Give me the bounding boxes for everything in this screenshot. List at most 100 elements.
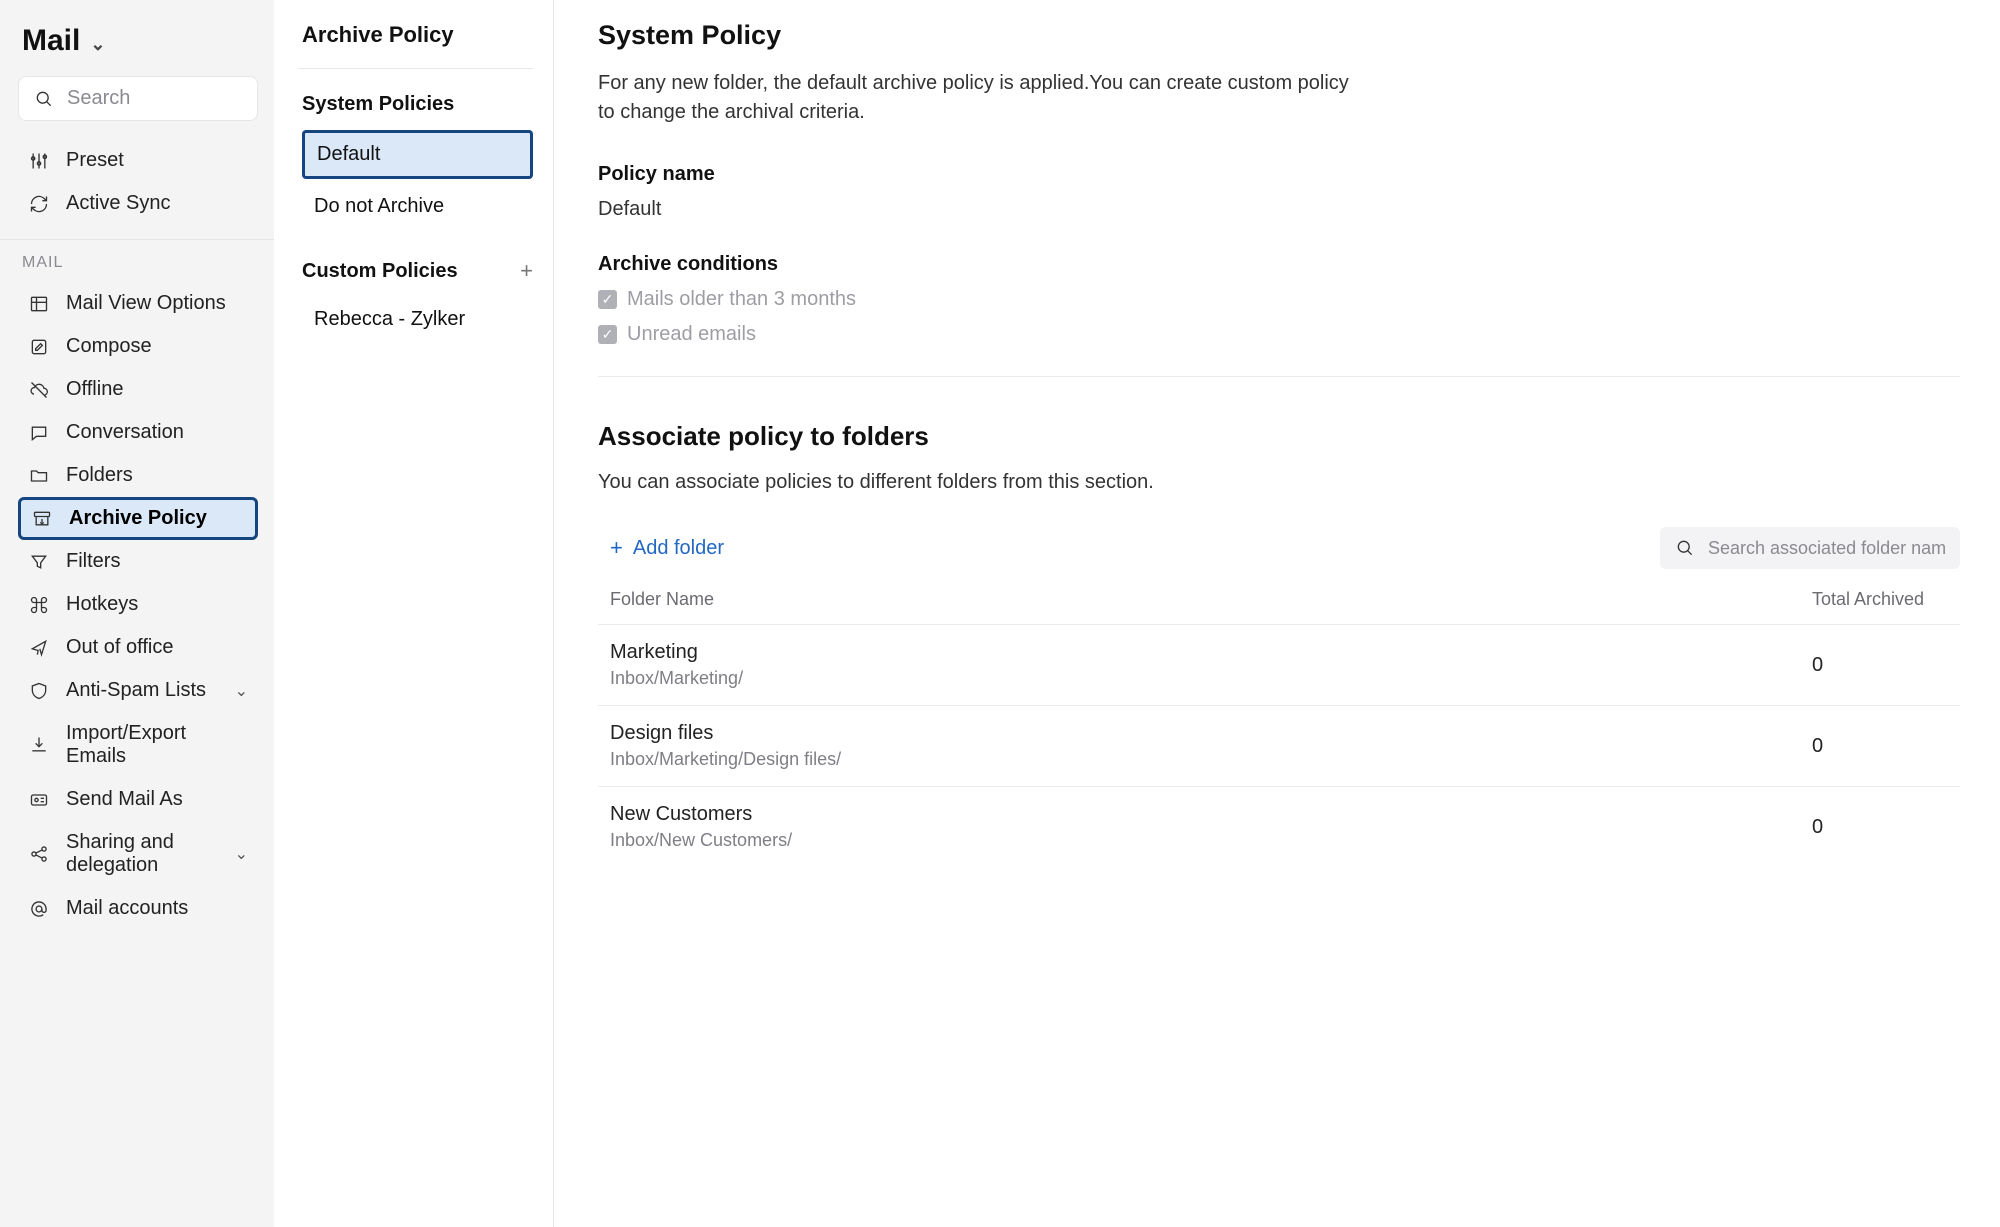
plane-icon	[28, 637, 50, 659]
sidebar-item-label: Import/Export Emails	[66, 722, 248, 768]
identity-icon	[28, 789, 50, 811]
shield-icon	[28, 680, 50, 702]
chat-icon	[28, 422, 50, 444]
archive-icon	[31, 508, 53, 530]
col-total-archived: Total Archived	[1808, 589, 1948, 610]
folder-name: Marketing	[610, 641, 1808, 664]
sidebar-item-label: Hotkeys	[66, 593, 138, 616]
folder-icon	[28, 465, 50, 487]
divider	[598, 376, 1960, 377]
chevron-down-icon: ⌄	[235, 844, 248, 864]
sidebar-item-label: Mail accounts	[66, 897, 188, 920]
folder-cell: New Customers Inbox/New Customers/	[610, 803, 1808, 851]
sidebar-item-label: Preset	[66, 149, 124, 172]
folder-search[interactable]	[1660, 527, 1960, 569]
sidebar-search-input[interactable]	[67, 87, 243, 110]
sidebar-item-label: Active Sync	[66, 192, 170, 215]
sidebar-item-conversation[interactable]: Conversation	[18, 411, 258, 454]
table-header: Folder Name Total Archived	[598, 589, 1960, 625]
folder-name: New Customers	[610, 803, 1808, 826]
edit-icon	[28, 336, 50, 358]
archive-condition: ✓Mails older than 3 months	[598, 288, 1960, 311]
add-folder-label: Add folder	[633, 537, 724, 560]
folders-table: Folder Name Total Archived Marketing Inbo…	[598, 589, 1960, 867]
add-folder-button[interactable]: + Add folder	[610, 535, 724, 561]
system-policies-heading: System Policies	[302, 93, 533, 116]
table-row[interactable]: New Customers Inbox/New Customers/0	[598, 787, 1960, 867]
archived-count: 0	[1808, 735, 1948, 758]
sidebar-item-import-export[interactable]: Import/Export Emails	[18, 712, 258, 778]
sidebar-item-compose[interactable]: Compose	[18, 325, 258, 368]
sidebar-item-sharing[interactable]: Sharing and delegation ⌄	[18, 821, 258, 887]
panel-title: Archive Policy	[302, 22, 533, 48]
sidebar-title-dropdown[interactable]: Mail ⌄	[22, 24, 258, 58]
folder-path: Inbox/Marketing/	[610, 668, 1808, 689]
sidebar-item-send-mail-as[interactable]: Send Mail As	[18, 778, 258, 821]
custom-policies-label: Custom Policies	[302, 260, 458, 283]
sidebar-item-folders[interactable]: Folders	[18, 454, 258, 497]
archive-conditions-label: Archive conditions	[598, 253, 1960, 276]
sidebar-item-hotkeys[interactable]: Hotkeys	[18, 583, 258, 626]
sidebar-item-anti-spam[interactable]: Anti-Spam Lists ⌄	[18, 669, 258, 712]
sidebar-item-label: Mail View Options	[66, 292, 226, 315]
chevron-down-icon: ⌄	[90, 34, 105, 55]
sidebar-item-label: Send Mail As	[66, 788, 183, 811]
cloud-off-icon	[28, 379, 50, 401]
associate-title: Associate policy to folders	[598, 421, 1960, 452]
sidebar-item-label: Filters	[66, 550, 120, 573]
archived-count: 0	[1808, 816, 1948, 839]
divider	[0, 239, 274, 240]
sidebar-item-label: Anti-Spam Lists	[66, 679, 206, 702]
add-custom-policy-button[interactable]: +	[520, 258, 533, 284]
download-icon	[28, 734, 50, 756]
policy-item-default[interactable]: Default	[302, 130, 533, 179]
search-icon	[33, 88, 55, 110]
section-label-mail: MAIL	[22, 254, 254, 272]
sidebar-item-active-sync[interactable]: Active Sync	[18, 182, 258, 225]
command-icon	[28, 594, 50, 616]
sidebar-item-mail-accounts[interactable]: Mail accounts	[18, 887, 258, 930]
table-row[interactable]: Design files Inbox/Marketing/Design files…	[598, 706, 1960, 787]
policy-name-label: Policy name	[598, 163, 1960, 186]
sidebar-item-mail-view-options[interactable]: Mail View Options	[18, 282, 258, 325]
sidebar-item-label: Sharing and delegation	[66, 831, 219, 877]
refresh-icon	[28, 193, 50, 215]
policy-name-value: Default	[598, 198, 1960, 221]
sliders-icon	[28, 150, 50, 172]
archive-condition: ✓ Unread emails	[598, 323, 1960, 346]
sidebar-item-offline[interactable]: Offline	[18, 368, 258, 411]
sidebar-item-preset[interactable]: Preset	[18, 139, 258, 182]
at-icon	[28, 898, 50, 920]
sidebar-title-text: Mail	[22, 24, 80, 58]
archived-count: 0	[1808, 654, 1948, 677]
custom-policies-heading: Custom Policies +	[302, 258, 533, 284]
sidebar-item-label: Compose	[66, 335, 152, 358]
table-row[interactable]: Marketing Inbox/Marketing/0	[598, 625, 1960, 706]
filter-icon	[28, 551, 50, 573]
sidebar-item-archive-policy[interactable]: Archive Policy	[18, 497, 258, 540]
folder-cell: Marketing Inbox/Marketing/	[610, 641, 1808, 689]
sidebar-item-filters[interactable]: Filters	[18, 540, 258, 583]
sidebar-item-label: Offline	[66, 378, 123, 401]
sidebar-item-label: Out of office	[66, 636, 173, 659]
policy-item-rebecca[interactable]: Rebecca - Zylker	[302, 298, 533, 341]
checkbox-checked-icon: ✓	[598, 325, 617, 344]
condition-label: Unread emails	[627, 323, 756, 346]
policy-list-panel: Archive Policy System Policies Default Do…	[274, 0, 554, 1227]
main-content: System Policy For any new folder, the de…	[554, 0, 2000, 1227]
policy-item-do-not-archive[interactable]: Do not Archive	[302, 185, 533, 228]
folder-path: Inbox/New Customers/	[610, 830, 1808, 851]
sidebar-item-out-of-office[interactable]: Out of office	[18, 626, 258, 669]
folder-toolbar: + Add folder	[610, 527, 1960, 569]
divider	[298, 68, 533, 69]
folder-search-input[interactable]	[1708, 538, 1946, 559]
sidebar-search[interactable]	[18, 76, 258, 121]
chevron-down-icon: ⌄	[235, 681, 248, 701]
folder-path: Inbox/Marketing/Design files/	[610, 749, 1808, 770]
checkbox-checked-icon: ✓	[598, 290, 617, 309]
plus-icon: +	[610, 535, 623, 561]
folder-name: Design files	[610, 722, 1808, 745]
search-icon	[1674, 537, 1696, 559]
sidebar-item-label: Archive Policy	[69, 507, 207, 530]
sidebar-item-label: Conversation	[66, 421, 184, 444]
